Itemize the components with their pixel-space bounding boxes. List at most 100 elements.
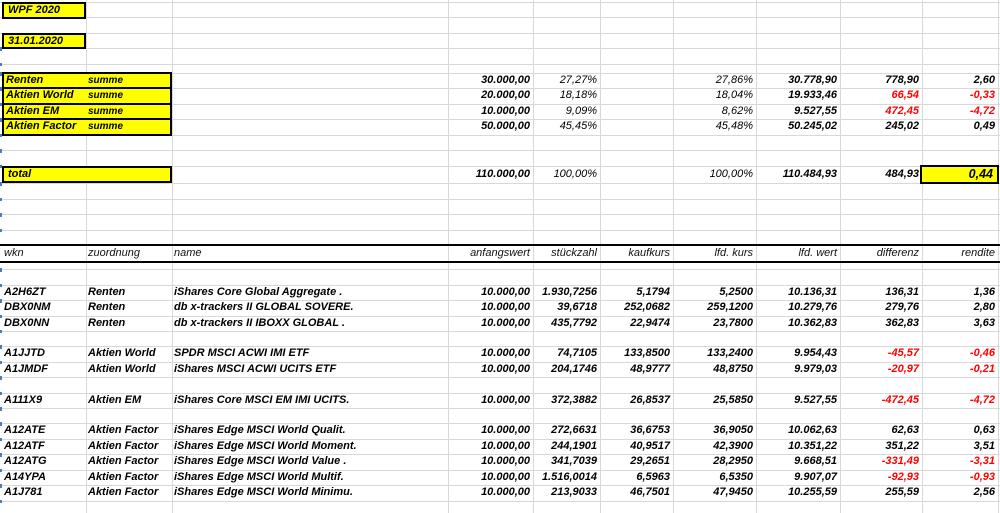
cell-kaufkurs[interactable]: 40,9517 <box>602 439 670 454</box>
cell-lfd_kurs[interactable]: 6,5350 <box>675 470 753 485</box>
cell-rendite[interactable]: -0,21 <box>924 362 995 377</box>
summary-differenz[interactable]: 472,45 <box>842 104 919 119</box>
cell-zuordnung[interactable]: Renten <box>88 300 170 315</box>
summary-anteil-soll[interactable]: 27,27% <box>535 73 597 88</box>
cell-kaufkurs[interactable]: 6,5963 <box>602 470 670 485</box>
cell-name[interactable]: iShares Core Global Aggregate . <box>174 285 446 300</box>
cell-kaufkurs[interactable]: 46,7501 <box>602 485 670 500</box>
cell-anfangswert[interactable]: 10.000,00 <box>450 346 530 361</box>
cell-lfd_wert[interactable]: 9.907,07 <box>758 470 837 485</box>
summary-rendite[interactable]: -4,72 <box>924 104 995 119</box>
cell-zuordnung[interactable]: Renten <box>88 316 170 331</box>
cell-stueckzahl[interactable]: 204,1746 <box>535 362 597 377</box>
cell-stueckzahl[interactable]: 74,7105 <box>535 346 597 361</box>
cell-lfd_wert[interactable]: 9.527,55 <box>758 393 837 408</box>
cell-rendite[interactable]: -3,31 <box>924 454 995 469</box>
cell-differenz[interactable]: -20,97 <box>842 362 919 377</box>
summary-anfangswert[interactable]: 50.000,00 <box>450 119 530 134</box>
cell-lfd_wert[interactable]: 10.279,76 <box>758 300 837 315</box>
total-anfangswert[interactable]: 110.000,00 <box>450 167 530 182</box>
total-anteil-ist[interactable]: 100,00% <box>675 167 753 182</box>
cell-stueckzahl[interactable]: 39,6718 <box>535 300 597 315</box>
summary-wert[interactable]: 9.527,55 <box>758 104 837 119</box>
summary-wert[interactable]: 50.245,02 <box>758 119 837 134</box>
cell-rendite[interactable]: 2,56 <box>924 485 995 500</box>
cell-zuordnung[interactable]: Renten <box>88 285 170 300</box>
cell-stueckzahl[interactable]: 244,1901 <box>535 439 597 454</box>
cell-zuordnung[interactable]: Aktien Factor <box>88 485 170 500</box>
cell-wkn[interactable]: A14YPA <box>4 470 84 485</box>
cell-name[interactable]: db x-trackers II GLOBAL SOVERE. <box>174 300 446 315</box>
cell-wkn[interactable]: A12ATF <box>4 439 84 454</box>
cell-stueckzahl[interactable]: 372,3882 <box>535 393 597 408</box>
cell-name[interactable]: iShares Edge MSCI World Moment. <box>174 439 446 454</box>
summary-anteil-ist[interactable]: 45,48% <box>675 119 753 134</box>
summary-anteil-ist[interactable]: 18,04% <box>675 88 753 103</box>
cell-rendite[interactable]: 3,51 <box>924 439 995 454</box>
cell-anfangswert[interactable]: 10.000,00 <box>450 300 530 315</box>
cell-anfangswert[interactable]: 10.000,00 <box>450 485 530 500</box>
cell-lfd_wert[interactable]: 10.362,83 <box>758 316 837 331</box>
cell-zuordnung[interactable]: Aktien Factor <box>88 439 170 454</box>
cell-lfd_wert[interactable]: 10.255,59 <box>758 485 837 500</box>
cell-lfd_wert[interactable]: 9.668,51 <box>758 454 837 469</box>
summary-anfangswert[interactable]: 10.000,00 <box>450 104 530 119</box>
summary-anteil-soll[interactable]: 9,09% <box>535 104 597 119</box>
summary-differenz[interactable]: 66,54 <box>842 88 919 103</box>
cell-anfangswert[interactable]: 10.000,00 <box>450 423 530 438</box>
total-differenz[interactable]: 484,93 <box>842 167 919 182</box>
cell-kaufkurs[interactable]: 133,8500 <box>602 346 670 361</box>
summary-differenz[interactable]: 778,90 <box>842 73 919 88</box>
cell-anfangswert[interactable]: 10.000,00 <box>450 393 530 408</box>
cell-lfd_kurs[interactable]: 28,2950 <box>675 454 753 469</box>
summary-differenz[interactable]: 245,02 <box>842 119 919 134</box>
cell-wkn[interactable]: A1JJTD <box>4 346 84 361</box>
cell-stueckzahl[interactable]: 435,7792 <box>535 316 597 331</box>
cell-lfd_kurs[interactable]: 47,9450 <box>675 485 753 500</box>
cell-differenz[interactable]: 62,63 <box>842 423 919 438</box>
cell-differenz[interactable]: 362,83 <box>842 316 919 331</box>
summary-anteil-ist[interactable]: 27,86% <box>675 73 753 88</box>
cell-lfd_wert[interactable]: 9.979,03 <box>758 362 837 377</box>
summary-rendite[interactable]: 2,60 <box>924 73 995 88</box>
total-rendite-cell[interactable]: 0,44 <box>920 164 999 184</box>
cell-differenz[interactable]: -92,93 <box>842 470 919 485</box>
header-stueckzahl[interactable]: stückzahl <box>535 246 597 260</box>
cell-lfd_kurs[interactable]: 259,1200 <box>675 300 753 315</box>
header-wkn[interactable]: wkn <box>4 246 84 260</box>
total-label-cell[interactable]: total <box>2 165 172 184</box>
cell-anfangswert[interactable]: 10.000,00 <box>450 362 530 377</box>
cell-stueckzahl[interactable]: 341,7039 <box>535 454 597 469</box>
cell-rendite[interactable]: -0,93 <box>924 470 995 485</box>
cell-differenz[interactable]: 136,31 <box>842 285 919 300</box>
summary-wert[interactable]: 19.933,46 <box>758 88 837 103</box>
cell-differenz[interactable]: 255,59 <box>842 485 919 500</box>
header-name[interactable]: name <box>174 246 446 260</box>
cell-lfd_kurs[interactable]: 25,5850 <box>675 393 753 408</box>
cell-rendite[interactable]: 0,63 <box>924 423 995 438</box>
cell-stueckzahl[interactable]: 1.930,7256 <box>535 285 597 300</box>
cell-lfd_kurs[interactable]: 5,2500 <box>675 285 753 300</box>
total-anteil-soll[interactable]: 100,00% <box>535 167 597 182</box>
cell-lfd_kurs[interactable]: 42,3900 <box>675 439 753 454</box>
cell-name[interactable]: iShares Edge MSCI World Value . <box>174 454 446 469</box>
cell-wkn[interactable]: A111X9 <box>4 393 84 408</box>
summary-anfangswert[interactable]: 30.000,00 <box>450 73 530 88</box>
header-lfd_wert[interactable]: lfd. wert <box>758 246 837 260</box>
cell-kaufkurs[interactable]: 26,8537 <box>602 393 670 408</box>
cell-kaufkurs[interactable]: 48,9777 <box>602 362 670 377</box>
cell-zuordnung[interactable]: Aktien World <box>88 362 170 377</box>
date-cell[interactable]: 31.01.2020 <box>2 32 86 49</box>
cell-zuordnung[interactable]: Aktien World <box>88 346 170 361</box>
cell-kaufkurs[interactable]: 5,1794 <box>602 285 670 300</box>
cell-wkn[interactable]: A1JMDF <box>4 362 84 377</box>
cell-differenz[interactable]: 279,76 <box>842 300 919 315</box>
cell-kaufkurs[interactable]: 29,2651 <box>602 454 670 469</box>
cell-kaufkurs[interactable]: 252,0682 <box>602 300 670 315</box>
cell-stueckzahl[interactable]: 213,9033 <box>535 485 597 500</box>
cell-stueckzahl[interactable]: 1.516,0014 <box>535 470 597 485</box>
header-anfangswert[interactable]: anfangswert <box>450 246 530 260</box>
cell-wkn[interactable]: A12ATG <box>4 454 84 469</box>
summary-rendite[interactable]: 0,49 <box>924 119 995 134</box>
cell-lfd_kurs[interactable]: 23,7800 <box>675 316 753 331</box>
